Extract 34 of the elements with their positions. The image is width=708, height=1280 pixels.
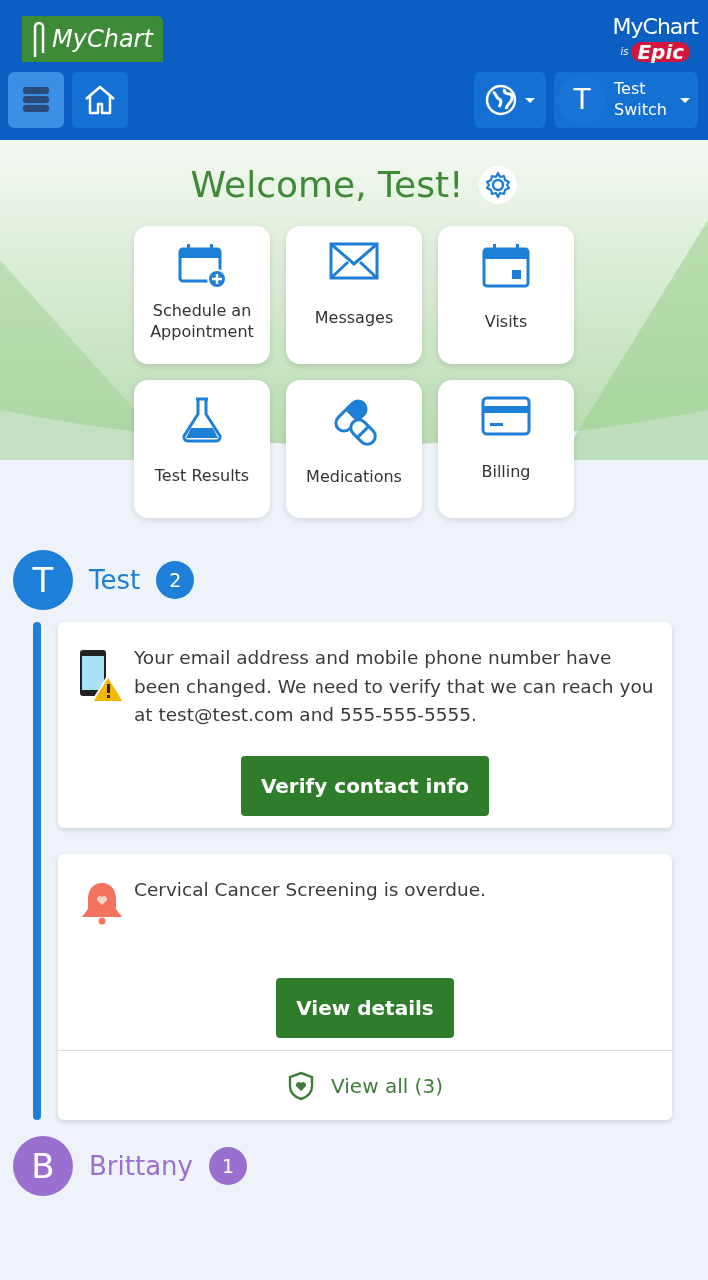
menu-tile[interactable]: Billing	[438, 380, 574, 518]
action-button[interactable]: Verify contact info	[240, 756, 490, 816]
menu-tile[interactable]: Medications	[286, 380, 422, 518]
notification-count: 1	[208, 1147, 247, 1185]
menu-button[interactable]	[8, 72, 64, 128]
calendar-icon	[481, 242, 531, 290]
epic-logo: MyChart is Epic	[612, 16, 698, 62]
welcome-heading: Welcome, Test!	[190, 163, 464, 207]
view-all-link[interactable]: View all (3)	[58, 1050, 672, 1120]
flask-icon	[179, 396, 225, 444]
menu-tile[interactable]: Messages	[286, 226, 422, 364]
phone-warning-icon	[78, 648, 126, 704]
menu-icon	[22, 85, 50, 115]
globe-icon	[485, 84, 517, 116]
switch-user-button[interactable]: T Test Switch	[554, 72, 698, 128]
menu-tile[interactable]: Schedule an Appointment	[134, 226, 270, 364]
mychart-logo[interactable]: MyChart	[22, 16, 163, 62]
person-name[interactable]: Test	[89, 560, 141, 600]
calendar-plus-icon	[177, 242, 227, 290]
alert-message: Cervical Cancer Screening is overdue.	[134, 878, 486, 902]
alert-message: Your email address and mobile phone number have been changed. We need to verify that we can reach you at test@test.com and 555-555-5555.	[134, 646, 655, 728]
menu-tile[interactable]: Test Results	[134, 380, 270, 518]
home-button[interactable]	[72, 72, 128, 128]
action-button[interactable]: View details	[276, 978, 454, 1038]
envelope-icon	[329, 242, 379, 282]
menu-tile[interactable]: Visits	[438, 226, 574, 364]
notification-count: 2	[156, 561, 195, 599]
credit-card-icon	[481, 396, 531, 436]
person-name[interactable]: Brittany	[89, 1146, 193, 1186]
person-avatar: B	[13, 1136, 73, 1196]
shield-heart-icon	[287, 1070, 316, 1101]
home-icon	[83, 84, 117, 116]
language-button[interactable]	[474, 72, 546, 128]
person-avatar: T	[13, 550, 73, 610]
